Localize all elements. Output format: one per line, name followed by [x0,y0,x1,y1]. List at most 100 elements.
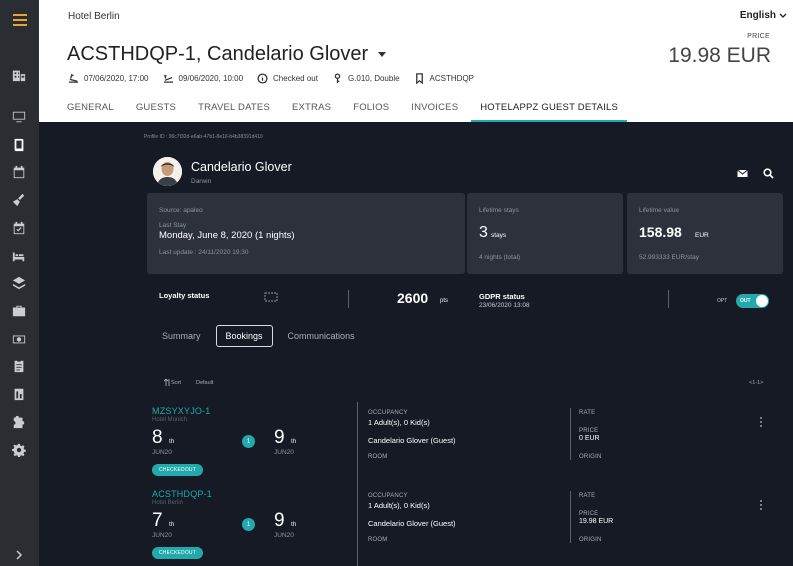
tab-bar: GENERAL GUESTS TRAVEL DATES EXTRAS FOLIO… [58,95,631,122]
clipboard-icon[interactable] [10,357,28,375]
guest-city: Darwin [191,178,212,185]
calendar-check-icon[interactable] [10,219,28,237]
booking-code[interactable]: ACSTHDQP-1 [152,489,212,499]
briefcase-icon[interactable] [10,302,28,320]
arrival-month: JUN20 [152,449,172,456]
booking-code[interactable]: MZSYXYJO-1 [152,406,211,416]
occupancy-label: OCCUPANCY [368,493,408,499]
nights-badge: 1 [242,435,255,448]
lifetime-stays-value: 3 [479,224,488,241]
lifetime-nights: 4 nights (total) [479,254,521,261]
expand-chevron-icon[interactable] [12,548,26,562]
booking-id-text: ACSTHDQP [429,74,474,83]
departure-suffix: th [291,438,297,445]
last-stay-card: Source: apaleo Last Stay Monday, June 8,… [147,193,465,274]
more-options-icon[interactable] [760,417,763,429]
calendar-icon[interactable] [10,163,28,181]
title-dropdown-icon[interactable] [378,52,387,57]
price-value: 19.98 EUR [579,518,614,525]
tab-extras[interactable]: EXTRAS [283,95,340,122]
tab-folios[interactable]: FOLIOS [344,95,398,122]
cash-icon[interactable] [10,330,28,348]
reservation-title: ACSTHDQP-1, Candelario Glover [67,43,369,65]
departure-suffix: th [291,521,297,528]
price-label: PRICE [747,33,770,40]
tab-travel-dates[interactable]: TRAVEL DATES [189,95,279,122]
origin-label: ORIGIN [579,537,602,543]
more-options-icon[interactable] [760,500,763,512]
lifetime-stays-card: Lifetime stays 3 stays 4 nights (total) [467,193,623,274]
subtab-summary[interactable]: Summary [153,326,210,346]
room-label: ROOM [368,537,388,543]
lifetime-value-currency: EUR [695,232,709,239]
per-stay-value: 52.993333 EUR/stay [639,254,699,261]
sort-label[interactable]: Sort [171,380,181,386]
menu-icon[interactable] [0,0,39,40]
tab-invoices[interactable]: INVOICES [402,95,467,122]
occupancy-value: 1 Adult(s), 0 Kid(s) [368,418,430,427]
price-value: 19.98 EUR [668,44,771,67]
toggle-knob [756,295,768,307]
loyalty-card-icon [264,292,278,302]
mail-icon[interactable] [737,168,748,179]
booking-hotel: Hotel Berlin [152,500,184,506]
unit-text: G.010, Double [347,74,400,83]
lifetime-stays-unit: stays [491,232,507,239]
puzzle-icon[interactable] [10,413,28,431]
arrival-day: 7 [152,510,163,531]
plane-arrival-icon [68,73,79,83]
broom-icon[interactable] [10,191,28,209]
subtab-bookings[interactable]: Bookings [215,325,273,347]
search-icon[interactable] [763,168,774,179]
departure-month: JUN20 [274,449,294,456]
reservation-meta: 07/06/2020, 17:00 09/06/2020, 10:00 Chec… [68,73,474,84]
lifetime-value-amount: 158.98 [639,224,682,240]
gdpr-label: GDPR status [479,292,525,301]
subtab-communications[interactable]: Communications [279,326,364,346]
reservation-header: Hotel Berlin English ACSTHDQP-1, Candela… [39,0,793,122]
status-badge: CHECKEDOUT [152,464,204,476]
report-icon[interactable] [10,385,28,403]
language-selector[interactable]: English [740,10,787,21]
divider [668,290,669,308]
loyalty-points: 2600 [397,290,429,306]
page-title: ACSTHDQP-1, Candelario Glover [67,43,387,66]
guest-value: Candelario Glover (Guest) [368,519,456,528]
guest-value: Candelario Glover (Guest) [368,436,456,445]
price-label: PRICE [579,428,599,434]
occupancy-label: OCCUPANCY [368,410,408,416]
booking-row[interactable]: ACSTHDQP-1 Hotel Berlin 7 th JUN20 1 9 t… [39,487,793,566]
tab-general[interactable]: GENERAL [58,95,123,122]
bookmark-icon [415,73,423,84]
pager[interactable]: <1-1> [749,380,763,386]
last-stay-value: Monday, June 8, 2020 (1 nights) [159,230,295,241]
booking-id-info: ACSTHDQP [414,73,474,84]
gear-icon[interactable] [10,441,28,459]
book-icon[interactable] [10,136,28,154]
status-badge: CHECKEDOUT [152,547,204,559]
tab-hotelappz-guest-details[interactable]: HOTELAPPZ GUEST DETAILS [471,95,628,122]
booking-row[interactable]: MZSYXYJO-1 Hotel Munich 8 th JUN20 1 9 t… [39,404,793,487]
gdpr-opt-toggle[interactable]: OUT [736,294,769,308]
layers-icon[interactable] [10,274,28,292]
hotel-name: Hotel Berlin [68,11,120,22]
bed-icon[interactable] [10,247,28,265]
monitor-icon[interactable] [10,108,28,126]
loyalty-label: Loyalty status [159,291,210,300]
departure-month: JUN20 [274,532,294,539]
price-value: 0 EUR [579,435,600,442]
building-icon[interactable] [10,66,28,84]
divider [348,290,349,308]
plane-departure-icon [163,75,173,83]
lifetime-value-card: Lifetime value 158.98 EUR 52.993333 EUR/… [627,193,783,274]
last-stay-label: Last Stay [159,222,187,229]
last-update: Last update : 24/11/2020 19:30 [159,249,249,256]
status-info: Checked out [257,73,318,84]
booking-hotel: Hotel Munich [152,417,188,423]
departure-info: 09/06/2020, 10:00 [163,73,243,84]
sort-icon[interactable] [164,379,171,386]
sort-value[interactable]: Default [196,380,213,386]
subtab-bar: Summary Bookings Communications [153,325,364,347]
departure-day: 9 [274,510,285,531]
tab-guests[interactable]: GUESTS [127,95,185,122]
